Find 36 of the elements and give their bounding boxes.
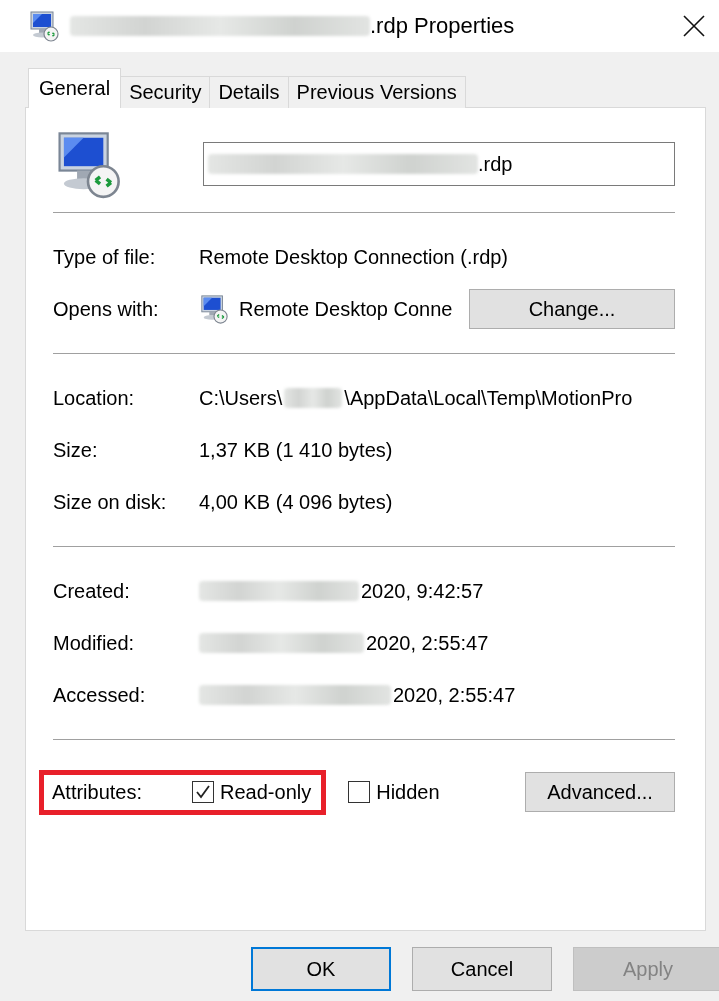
dialog-button[interactable]: OK [251, 947, 391, 991]
value-text: Remote Desktop Conne [239, 297, 453, 321]
remote-desktop-icon [199, 294, 229, 324]
value-text: 2020, 2:55:47 [393, 683, 516, 707]
property-label: Location: [53, 386, 136, 410]
property-label: Accessed: [53, 683, 147, 707]
change-button[interactable]: Change... [469, 289, 675, 329]
blurred-text [284, 388, 343, 408]
window-title: .rdp Properties [370, 13, 515, 39]
property-label: Type of file: [53, 245, 157, 269]
attributes-label: Attributes: [52, 780, 143, 804]
property-label: Modified: [53, 631, 136, 655]
tab[interactable]: Details [209, 76, 289, 108]
close-icon[interactable] [683, 15, 705, 37]
remote-desktop-icon [28, 10, 60, 42]
checkbox[interactable] [192, 781, 215, 803]
value-text: \AppData\Local\Temp\MotionPro [344, 386, 633, 410]
advanced-button[interactable]: Advanced... [525, 772, 675, 812]
property-label: Created: [53, 579, 131, 603]
property-label: Size: [53, 438, 99, 462]
tab[interactable]: General [28, 68, 122, 108]
value-text: 2020, 9:42:57 [361, 579, 484, 603]
value-text: C:\Users\ [199, 386, 283, 410]
tab[interactable]: Previous Versions [287, 76, 466, 108]
file-name-field[interactable]: .rdp [203, 142, 675, 186]
checkbox-label[interactable]: Read-only [220, 780, 312, 804]
checkbox[interactable] [348, 781, 371, 803]
value-text: 1,37 KB (1 410 bytes) [199, 438, 393, 462]
tab[interactable]: Security [120, 76, 211, 108]
property-label: Size on disk: [53, 490, 168, 514]
dialog-button[interactable]: Cancel [412, 947, 552, 991]
value-text: Remote Desktop Connection (.rdp) [199, 245, 509, 269]
value-text: 4,00 KB (4 096 bytes) [199, 490, 393, 514]
value-text: 2020, 2:55:47 [366, 631, 489, 655]
checkbox-label[interactable]: Hidden [376, 780, 440, 804]
property-label: Opens with: [53, 297, 160, 321]
